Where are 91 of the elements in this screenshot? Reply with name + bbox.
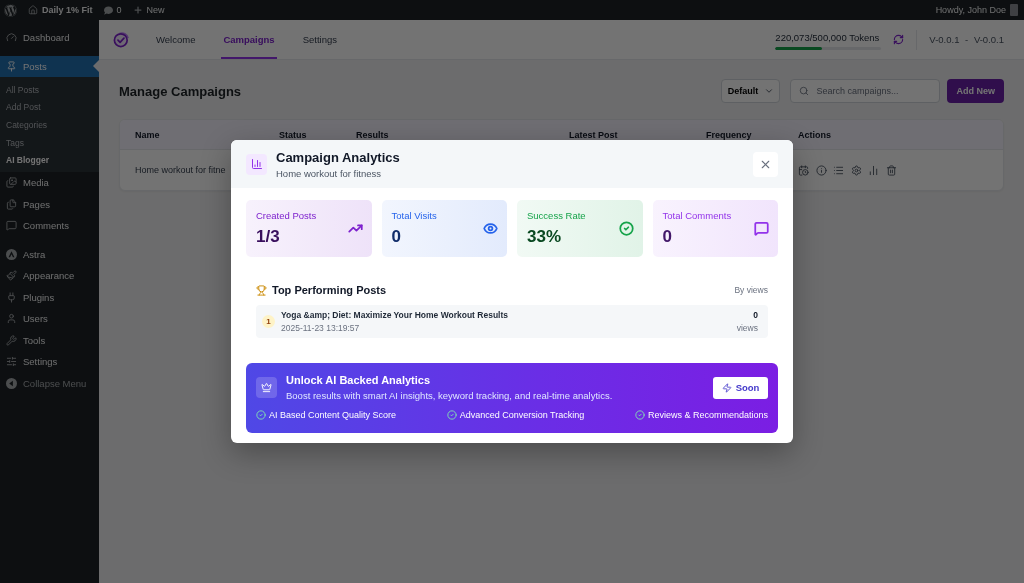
- wrench-icon: [6, 334, 17, 346]
- stat-label: Success Rate: [527, 210, 586, 221]
- rank-badge: 1: [262, 315, 275, 328]
- sort-label: By views: [734, 285, 768, 295]
- sort-select[interactable]: Default: [721, 79, 781, 103]
- modal-subtitle: Home workout for fitness: [276, 167, 383, 179]
- greeting-link[interactable]: Howdy, John Doe: [935, 0, 1018, 20]
- sidebar-item[interactable]: Settings: [0, 350, 99, 373]
- sidebar-item[interactable]: Pages: [0, 193, 99, 215]
- speech-bubble-icon: [6, 220, 17, 232]
- stat-label: Total Comments: [662, 210, 732, 221]
- chevron-down-icon: [764, 86, 775, 96]
- close-button[interactable]: [753, 151, 778, 177]
- check-circle-icon: [256, 410, 266, 420]
- refresh-icon[interactable]: [893, 34, 905, 45]
- pages-icon: [6, 198, 17, 210]
- nav-tab[interactable]: Welcome: [154, 20, 198, 59]
- submenu-item[interactable]: Tags: [0, 133, 99, 152]
- paintbrush-icon: [6, 270, 17, 282]
- token-count: 220,073/500,000 Tokens: [775, 31, 881, 43]
- images-icon: [6, 177, 17, 189]
- column-header: Name: [135, 129, 161, 140]
- circle-logo-icon: [6, 248, 17, 260]
- nav-tab[interactable]: Settings: [300, 20, 339, 59]
- triangle-pointer-icon: [93, 60, 99, 73]
- plus-icon: [132, 5, 143, 15]
- post-title: Yoga &amp; Diet: Maximize Your Home Workout Results: [281, 310, 509, 320]
- stat-value: 0: [662, 227, 673, 247]
- info-icon[interactable]: [815, 164, 827, 176]
- house-icon: [28, 5, 38, 15]
- version-label: V-0.0.1 - V-0.0.1: [929, 34, 1004, 45]
- collapse-icon: [6, 377, 17, 389]
- bar-chart-icon: [246, 153, 267, 175]
- logo-icon[interactable]: [4, 3, 17, 17]
- views-label: views: [736, 323, 758, 333]
- site-name-link[interactable]: Daily 1% Fit: [28, 0, 93, 20]
- feature-label: Advanced Conversion Tracking: [459, 410, 585, 420]
- page-title: Manage Campaigns: [119, 83, 242, 99]
- stat-value: 33%: [527, 227, 563, 247]
- column-header: Latest Post: [569, 129, 619, 140]
- calendar-icon[interactable]: [798, 164, 809, 176]
- check-circle-icon: [446, 410, 457, 420]
- speech-bubble-icon: [103, 5, 113, 15]
- banner-description: Boost results with smart AI insights, keyword tracking, and real-time analytics.: [286, 390, 613, 401]
- feature-label: AI Based Content Quality Score: [269, 410, 397, 420]
- sidebar-item[interactable]: Media: [0, 171, 99, 194]
- stat-value: 0: [391, 227, 402, 247]
- search-icon: [799, 86, 810, 96]
- settings-icon[interactable]: [850, 164, 862, 176]
- trophy-icon: [256, 284, 267, 296]
- post-date: 2025-11-23 13:19:57: [281, 323, 361, 333]
- plug-icon: [6, 291, 17, 303]
- bar-chart-icon[interactable]: [868, 164, 880, 176]
- stat-value: 1/3: [256, 227, 281, 247]
- submenu-item[interactable]: AI Blogger: [0, 151, 99, 169]
- lightning-icon: [721, 382, 732, 393]
- stat-label: Total Visits: [391, 210, 437, 221]
- add-new-button[interactable]: Add New: [947, 79, 1004, 103]
- feature-label: Reviews & Recommendations: [647, 410, 768, 420]
- user-icon: [6, 313, 17, 325]
- soon-button[interactable]: Soon: [713, 376, 768, 399]
- sidebar-item[interactable]: Astra: [0, 243, 99, 265]
- sidebar-item[interactable]: Posts: [0, 55, 99, 77]
- stat-label: Created Posts: [256, 210, 317, 221]
- check-circle-icon: [634, 410, 645, 420]
- column-header: Status: [279, 129, 308, 140]
- banner-title: Unlock AI Backed Analytics: [286, 374, 432, 386]
- nav-tab[interactable]: Campaigns: [221, 20, 277, 59]
- trash-icon[interactable]: [885, 164, 897, 176]
- list-icon[interactable]: [833, 164, 845, 176]
- logo-icon: [113, 31, 130, 48]
- sidebar-item[interactable]: Tools: [0, 329, 99, 351]
- avatar-icon: [1010, 4, 1018, 16]
- gauge-icon: [6, 32, 17, 44]
- sidebar-item[interactable]: Users: [0, 307, 99, 330]
- view-count: 0: [753, 310, 758, 320]
- column-header: Results: [356, 129, 390, 140]
- sliders-icon: [6, 356, 17, 368]
- column-header: Actions: [798, 129, 832, 140]
- section-title: Top Performing Posts: [272, 284, 387, 296]
- column-header: Frequency: [706, 129, 753, 140]
- sidebar-item[interactable]: Appearance: [0, 264, 99, 287]
- sidebar-item[interactable]: Plugins: [0, 286, 99, 308]
- sidebar-item[interactable]: Dashboard: [0, 27, 99, 49]
- new-link[interactable]: New: [132, 0, 165, 20]
- table-cell-text: Home workout for fitne: [135, 165, 227, 175]
- sidebar-item[interactable]: Comments: [0, 214, 99, 237]
- modal-title: Campaign Analytics: [276, 149, 400, 165]
- search-field[interactable]: Search campaigns...: [790, 79, 941, 103]
- pushpin-icon: [6, 60, 17, 72]
- crown-icon: [256, 377, 277, 398]
